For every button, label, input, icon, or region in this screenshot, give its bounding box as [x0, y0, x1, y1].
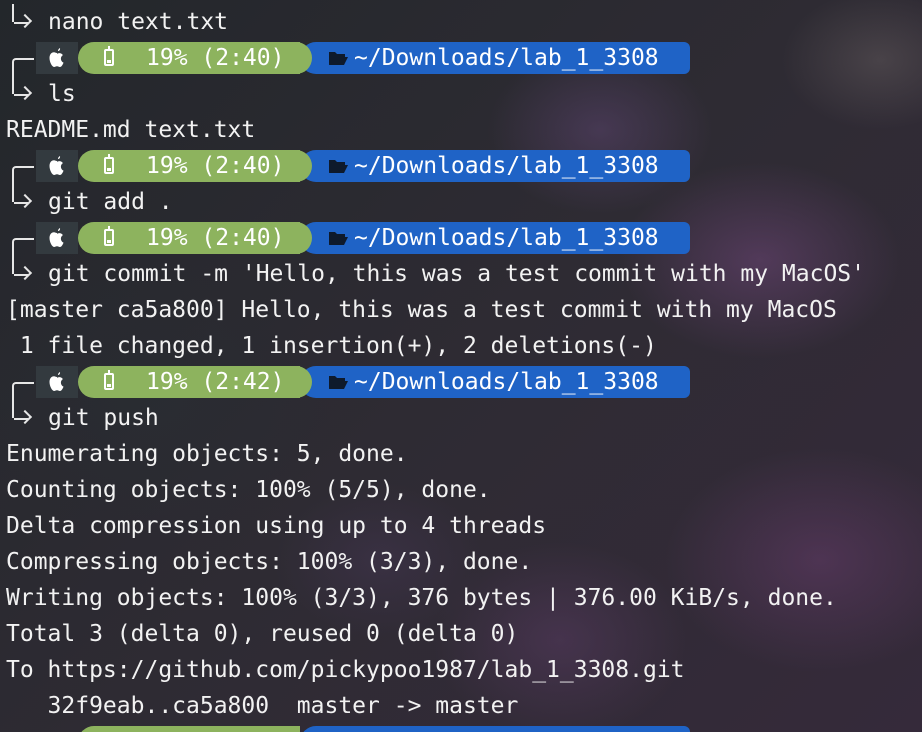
apple-icon [49, 228, 64, 247]
command-text: git add . [48, 189, 173, 215]
current-path: ~/Downloads/lab_1_3308 [354, 45, 659, 71]
apple-icon [49, 156, 64, 175]
prompt-connector [12, 238, 34, 258]
path-segment [300, 726, 690, 732]
battery-status: 19% (2:40) [146, 153, 285, 179]
output-line: 1 file changed, 1 insertion(+), 2 deleti… [6, 333, 657, 359]
current-path: ~/Downloads/lab_1_3308 [354, 153, 659, 179]
output-line: To https://github.com/pickypoo1987/lab_1… [6, 657, 685, 683]
current-path: ~/Downloads/lab_1_3308 [354, 225, 659, 251]
prompt-arrow-head [17, 265, 33, 281]
battery-status: 19% (2:40) [146, 225, 285, 251]
output-line: Compressing objects: 100% (3/3), done. [6, 549, 533, 575]
command-row: ls [0, 76, 922, 112]
folder-open-icon [329, 376, 348, 389]
command-row: nano text.txt [0, 4, 922, 40]
command-text: ls [48, 81, 76, 107]
command-text: nano text.txt [48, 9, 229, 35]
battery-icon [104, 46, 114, 66]
prompt-connector [12, 256, 14, 274]
command-row: git commit -m 'Hello, this was a test co… [0, 256, 922, 292]
prompt-arrow-head [17, 13, 33, 29]
battery-segment [78, 726, 300, 732]
apple-icon [49, 48, 64, 67]
battery-icon [104, 154, 114, 174]
prompt-connector [12, 184, 14, 202]
prompt-bar-partial [0, 724, 922, 732]
battery-status: 19% (2:40) [146, 45, 285, 71]
prompt-bar: 19% (2:40) ~/Downloads/lab_1_3308 [0, 148, 922, 186]
prompt-connector [12, 4, 14, 22]
output-line: 32f9eab..ca5a800 master -> master [6, 693, 519, 719]
command-text: git push [48, 405, 159, 431]
prompt-arrow-head [17, 193, 33, 209]
battery-icon [104, 226, 114, 246]
output-line: Total 3 (delta 0), reused 0 (delta 0) [6, 621, 519, 647]
output-line: Writing objects: 100% (3/3), 376 bytes |… [6, 585, 837, 611]
prompt-arrow-head [17, 409, 33, 425]
prompt-connector [12, 76, 14, 94]
prompt-bar: 19% (2:42) ~/Downloads/lab_1_3308 [0, 364, 922, 402]
folder-open-icon [329, 160, 348, 173]
folder-open-icon [329, 52, 348, 65]
battery-status: 19% (2:42) [146, 369, 285, 395]
output-line: README.md text.txt [6, 117, 256, 143]
prompt-bar: 19% (2:40) ~/Downloads/lab_1_3308 [0, 220, 922, 258]
output-line: Delta compression using up to 4 threads [6, 513, 547, 539]
command-row: git push [0, 400, 922, 436]
prompt-connector [12, 166, 34, 186]
output-line: Enumerating objects: 5, done. [6, 441, 408, 467]
folder-open-icon [329, 232, 348, 245]
current-path: ~/Downloads/lab_1_3308 [354, 369, 659, 395]
command-row: git add . [0, 184, 922, 220]
command-text: git commit -m 'Hello, this was a test co… [48, 261, 865, 287]
prompt-connector [12, 58, 34, 78]
prompt-connector [12, 400, 14, 418]
prompt-connector [12, 382, 34, 402]
apple-icon [49, 372, 64, 391]
output-line: Counting objects: 100% (5/5), done. [6, 477, 491, 503]
prompt-arrow-head [17, 85, 33, 101]
prompt-bar: 19% (2:40) ~/Downloads/lab_1_3308 [0, 40, 922, 78]
battery-icon [104, 370, 114, 390]
output-line: [master ca5a800] Hello, this was a test … [6, 297, 837, 323]
